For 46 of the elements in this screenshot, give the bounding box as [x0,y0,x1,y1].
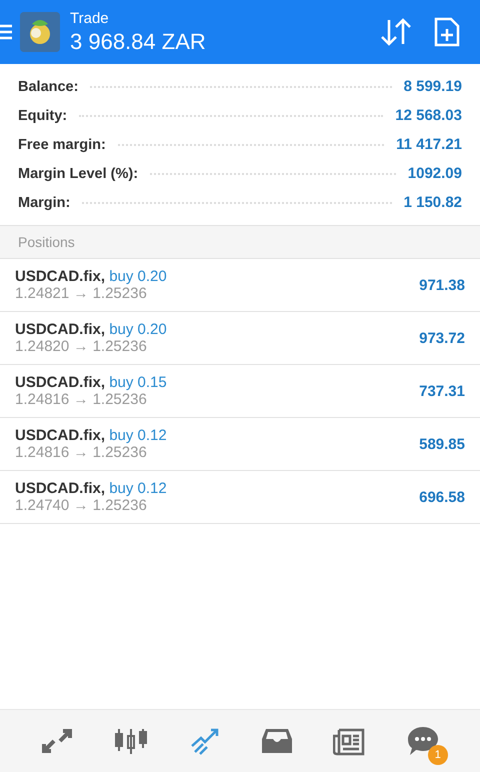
sort-button[interactable] [380,18,412,46]
chat-icon [406,725,440,757]
position-row[interactable]: USDCAD.fix, buy 0.12 1.24740 → 1.25236 696.58 [0,471,480,524]
summary-value: 8 599.19 [404,78,462,95]
position-title: USDCAD.fix, buy 0.12 [15,427,168,444]
screen-title: Trade [70,10,110,26]
position-profit: 973.72 [419,330,465,346]
summary-label: Margin Level (%): [18,166,138,182]
position-profit: 971.38 [419,276,465,294]
position-title: USDCAD.fix, buy 0.15 [15,374,168,391]
position-title: USDCAD.fix, buy 0.20 [15,321,168,338]
tray-icon [261,727,294,755]
summary-label: Balance: [18,78,78,94]
position-row[interactable]: USDCAD.fix, buy 0.20 1.24821 → 1.25236 971.38 [0,259,480,312]
price-range: 1.24821 → 1.25236 [15,285,148,302]
trend-icon [188,726,221,756]
summary-value: 11 417.21 [396,136,462,153]
menu-icon[interactable] [0,23,12,41]
summary-value: 1092.09 [408,165,462,182]
app-logo-icon [20,12,60,52]
arrows-icon [40,727,74,755]
summary-value: 1 150.82 [404,194,462,211]
position-profit: 589.85 [419,436,465,452]
price-range: 1.24820 → 1.25236 [15,338,148,355]
position-title: USDCAD.fix, buy 0.20 [15,268,168,285]
price-range: 1.24740 → 1.25236 [15,497,148,514]
summary-value: 12 568.03 [395,107,462,124]
summary-label: Margin: [18,194,70,210]
position-profit: 737.31 [419,382,465,400]
position-profit: 696.58 [419,488,465,506]
price-range: 1.24816 → 1.25236 [15,391,148,408]
position-title: USDCAD.fix, buy 0.12 [15,480,168,497]
sort-arrows-icon [380,18,412,46]
candlestick-icon [114,726,148,756]
summary-label: Equity: [18,108,68,124]
position-row[interactable]: USDCAD.fix, buy 0.12 1.24816 → 1.25236 589.85 [0,418,480,471]
account-balance: 3 968.84 ZAR [70,28,207,54]
new-order-button[interactable] [434,17,460,47]
add-document-icon [434,17,460,47]
newspaper-icon [333,726,366,756]
notification-badge: 1 [428,745,448,765]
section-header: Positions [0,226,480,259]
position-row[interactable]: USDCAD.fix, buy 0.15 1.24816 → 1.25236 737.31 [0,365,480,418]
position-row[interactable]: USDCAD.fix, buy 0.20 1.24820 → 1.25236 973.72 [0,312,480,365]
price-range: 1.24816 → 1.25236 [15,444,148,461]
summary-label: Free margin: [18,136,106,152]
